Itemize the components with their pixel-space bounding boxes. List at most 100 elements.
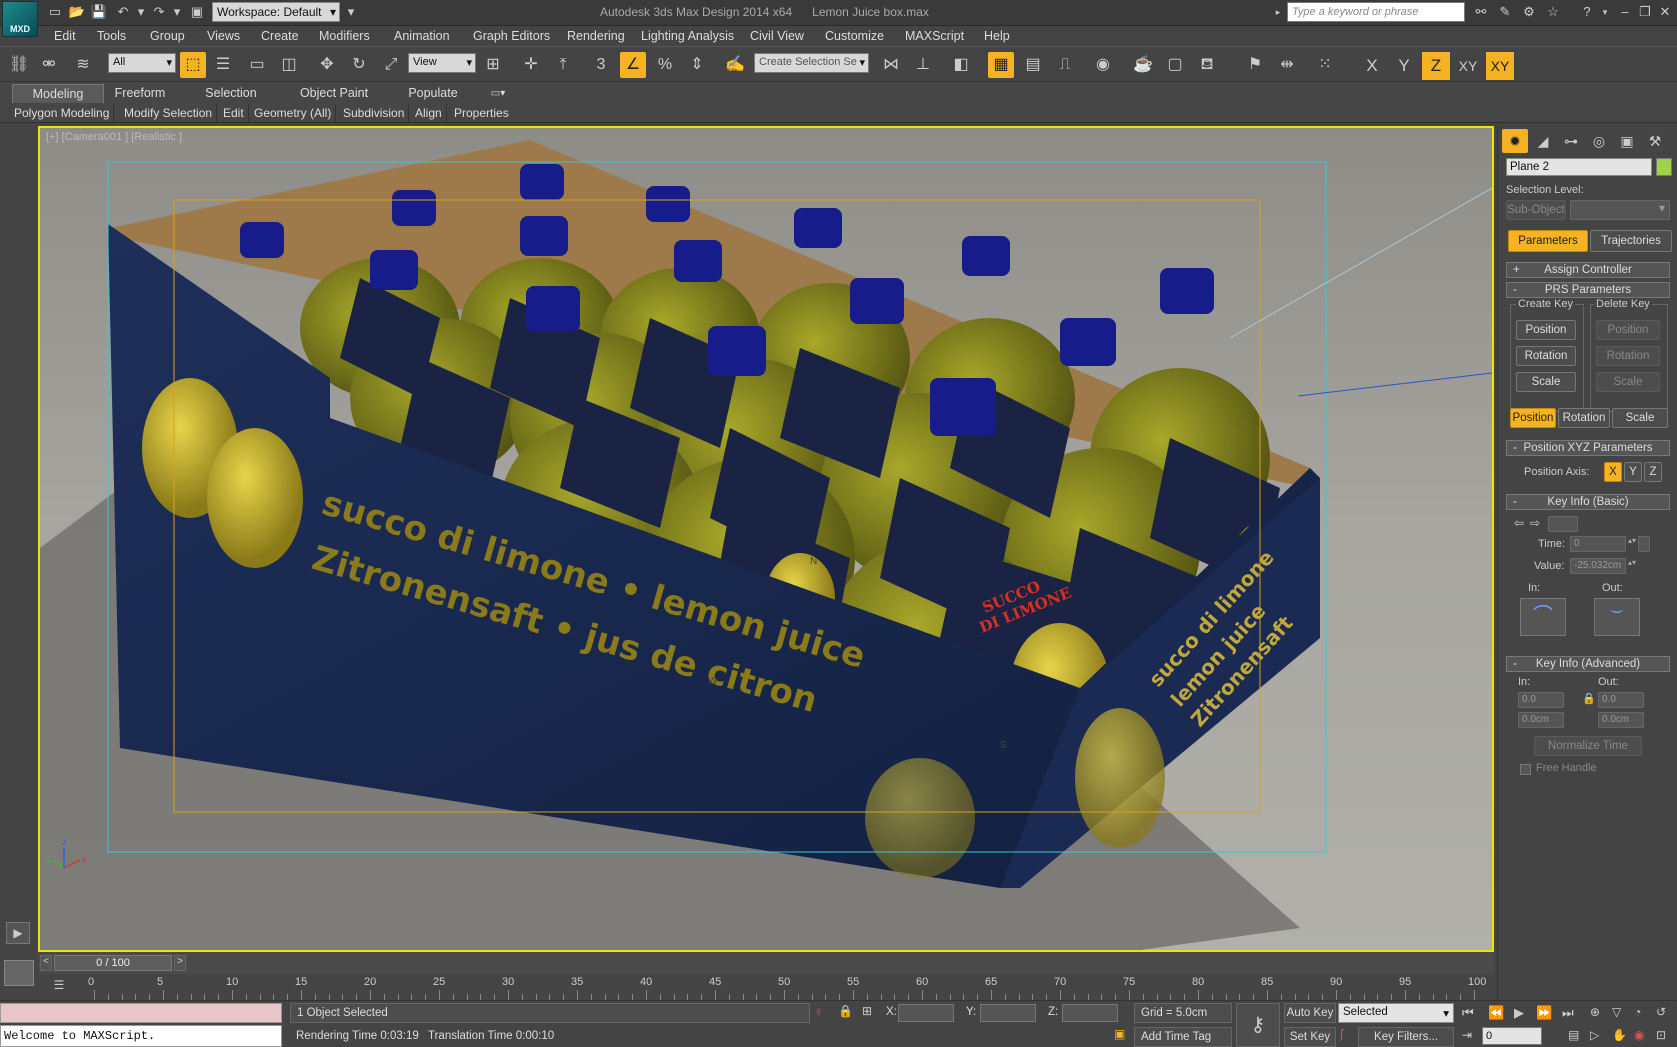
delete-scale-key-button[interactable]: Scale <box>1596 372 1660 392</box>
subtab-align[interactable]: Align <box>411 104 447 122</box>
subscription-icon[interactable]: ✎ <box>1496 3 1514 21</box>
adv-out-speed-field[interactable]: 0.0 <box>1598 692 1644 708</box>
prs-position-button[interactable]: Position <box>1510 408 1556 428</box>
selection-lock-icon[interactable]: 🔒 <box>838 1004 853 1018</box>
close-icon[interactable]: ✕ <box>1656 3 1674 21</box>
open-file-icon[interactable]: 📂 <box>68 3 86 21</box>
subtab-subdivision[interactable]: Subdivision <box>339 104 410 122</box>
play-icon[interactable]: ▶ <box>1514 1005 1524 1021</box>
prs-scale-button[interactable]: Scale <box>1612 408 1668 428</box>
select-and-scale-icon[interactable]: ⤢ <box>378 52 404 78</box>
undo-dropdown-icon[interactable]: ▾ <box>132 3 150 21</box>
menu-lighting-analysis[interactable]: Lighting Analysis <box>641 26 734 46</box>
axis-z-toggle[interactable]: Z <box>1644 462 1662 482</box>
percent-snap-icon[interactable]: % <box>652 52 678 78</box>
dolly-icon[interactable]: ▷ <box>1590 1028 1599 1042</box>
material-editor-icon[interactable]: ◉ <box>1090 52 1116 78</box>
menu-modifiers[interactable]: Modifiers <box>319 26 370 46</box>
display-tab-icon[interactable]: ▣ <box>1614 129 1640 153</box>
camera-viewport[interactable]: succo di limone • lemon juice Zitronensa… <box>38 126 1494 952</box>
menu-create[interactable]: Create <box>261 26 299 46</box>
modify-tab-icon[interactable]: ◢ <box>1530 129 1556 153</box>
default-tangents-icon[interactable]: ∫ <box>1340 1027 1343 1041</box>
time-slider-thumb[interactable]: 0 / 100 <box>54 955 172 971</box>
prs-rotation-button[interactable]: Rotation <box>1558 408 1610 428</box>
tab-object-paint[interactable]: Object Paint <box>294 84 374 103</box>
menu-graph-editors[interactable]: Graph Editors <box>473 26 550 46</box>
current-frame-field[interactable]: 0 <box>1482 1027 1542 1045</box>
add-time-tag-button[interactable]: Add Time Tag <box>1134 1027 1232 1047</box>
mini-curve-editor-toggle[interactable] <box>4 960 34 986</box>
sub-object-button[interactable]: Sub-Object <box>1506 200 1566 220</box>
object-color-swatch[interactable] <box>1656 158 1672 176</box>
trajectories-button[interactable]: Trajectories <box>1590 230 1672 252</box>
key-mode-dropdown[interactable]: Selected ▾ <box>1338 1003 1454 1023</box>
render-production-icon[interactable]: ⛾ <box>1194 52 1220 78</box>
track-bar[interactable]: 0 5 10 15 20 25 30 35 40 45 50 55 60 65 70 75 80 85 90 95 10… <box>38 974 1494 1000</box>
delete-position-key-button[interactable]: Position <box>1596 320 1660 340</box>
prs-parameters-rollout[interactable]: - PRS Parameters <box>1506 282 1670 298</box>
set-key-button[interactable]: Set Key <box>1284 1027 1336 1047</box>
help-dropdown-icon[interactable]: ▾ <box>1596 3 1614 21</box>
play-viewport-icon[interactable]: ▶ <box>6 922 30 944</box>
axis-x-button[interactable]: X <box>1358 52 1386 80</box>
in-tangent-type-icon[interactable]: ⌒ <box>1520 598 1566 636</box>
parameters-button[interactable]: Parameters <box>1508 230 1588 252</box>
tab-populate[interactable]: Populate <box>398 84 468 103</box>
y-coordinate-field[interactable] <box>980 1004 1036 1022</box>
graphite-toolbar-icon[interactable]: ▤ <box>1020 52 1046 78</box>
select-and-move-icon[interactable]: ✥ <box>314 52 340 78</box>
object-name-field[interactable]: Plane 2 <box>1506 158 1652 176</box>
redo-icon[interactable]: ↷ <box>150 3 168 21</box>
time-slider-prev[interactable]: < <box>40 955 52 971</box>
expand-search-icon[interactable]: ▸ <box>1269 3 1287 21</box>
key-info-basic-rollout[interactable]: - Key Info (Basic) <box>1506 494 1670 510</box>
utilities-tab-icon[interactable]: ⚒ <box>1642 129 1668 153</box>
save-icon[interactable]: 💾 <box>90 3 108 21</box>
help-icon[interactable]: ? <box>1578 3 1596 21</box>
motion-tab-icon[interactable]: ◎ <box>1586 129 1612 153</box>
position-xyz-rollout[interactable]: - Position XYZ Parameters <box>1506 440 1670 456</box>
sub-object-dropdown[interactable]: ▾ <box>1570 200 1670 220</box>
normalize-time-button[interactable]: Normalize Time <box>1534 736 1642 756</box>
rendered-frame-window-icon[interactable]: ▢ <box>1162 52 1188 78</box>
select-by-name-icon[interactable]: ☰ <box>210 52 236 78</box>
select-and-rotate-icon[interactable]: ↻ <box>346 52 372 78</box>
axis-x-toggle[interactable]: X <box>1604 462 1622 482</box>
set-key-icon[interactable]: ⚷ <box>1236 1003 1280 1047</box>
lock-icon[interactable]: 🔒 <box>1582 692 1596 708</box>
spinner-snap-icon[interactable]: ⇕ <box>684 52 710 78</box>
layer-explorer-icon[interactable]: ◧ <box>948 52 974 78</box>
viewport-label[interactable]: [+] [Camera001 ] [Realistic ] <box>46 131 182 143</box>
mini-curve-editor-icon[interactable]: ☰ <box>48 978 70 996</box>
menu-edit[interactable]: Edit <box>54 26 76 46</box>
isolate-selection-icon[interactable]: ♁ <box>814 1004 823 1018</box>
tab-modeling[interactable]: Modeling <box>12 84 104 103</box>
hierarchy-tab-icon[interactable]: ⊶ <box>1558 129 1584 153</box>
key-info-advanced-rollout[interactable]: - Key Info (Advanced) <box>1506 656 1670 672</box>
key-mode-toggle-icon[interactable]: ⇥ <box>1462 1028 1472 1042</box>
time-lock-checkbox[interactable] <box>1638 536 1650 552</box>
create-rotation-key-button[interactable]: Rotation <box>1516 346 1576 366</box>
maxscript-listener-input[interactable]: Welcome to MAXScript. <box>0 1025 282 1047</box>
menu-views[interactable]: Views <box>207 26 240 46</box>
select-and-manipulate-icon[interactable]: ✛ <box>518 52 544 78</box>
time-slider-next[interactable]: > <box>174 955 186 971</box>
menu-help[interactable]: Help <box>984 26 1010 46</box>
render-setup-icon[interactable]: ☕ <box>1130 52 1156 78</box>
go-to-start-icon[interactable]: ⏮ <box>1462 1005 1474 1021</box>
ribbon-options-icon[interactable]: ▭▾ <box>484 84 512 103</box>
pivot-point-center-icon[interactable]: ⊞ <box>480 52 506 78</box>
quick-access-dropdown-icon[interactable]: ▾ <box>342 3 360 21</box>
unlink-icon[interactable]: ⚮ <box>36 52 62 78</box>
key-filters-button[interactable]: Key Filters... <box>1358 1027 1454 1047</box>
window-crossing-icon[interactable]: ◫ <box>276 52 302 78</box>
undo-icon[interactable]: ↶ <box>114 3 132 21</box>
reference-coordinate-dropdown[interactable]: View ▾ <box>408 53 476 73</box>
keyboard-shortcut-override-icon[interactable]: ⤒ <box>550 52 576 78</box>
absolute-mode-icon[interactable]: ⊞ <box>862 1004 872 1018</box>
axis-y-toggle[interactable]: Y <box>1624 462 1642 482</box>
maxscript-listener-top[interactable] <box>0 1003 282 1023</box>
previous-frame-icon[interactable]: ⏪ <box>1488 1005 1504 1021</box>
communication-center-icon[interactable]: ⚙ <box>1520 3 1538 21</box>
